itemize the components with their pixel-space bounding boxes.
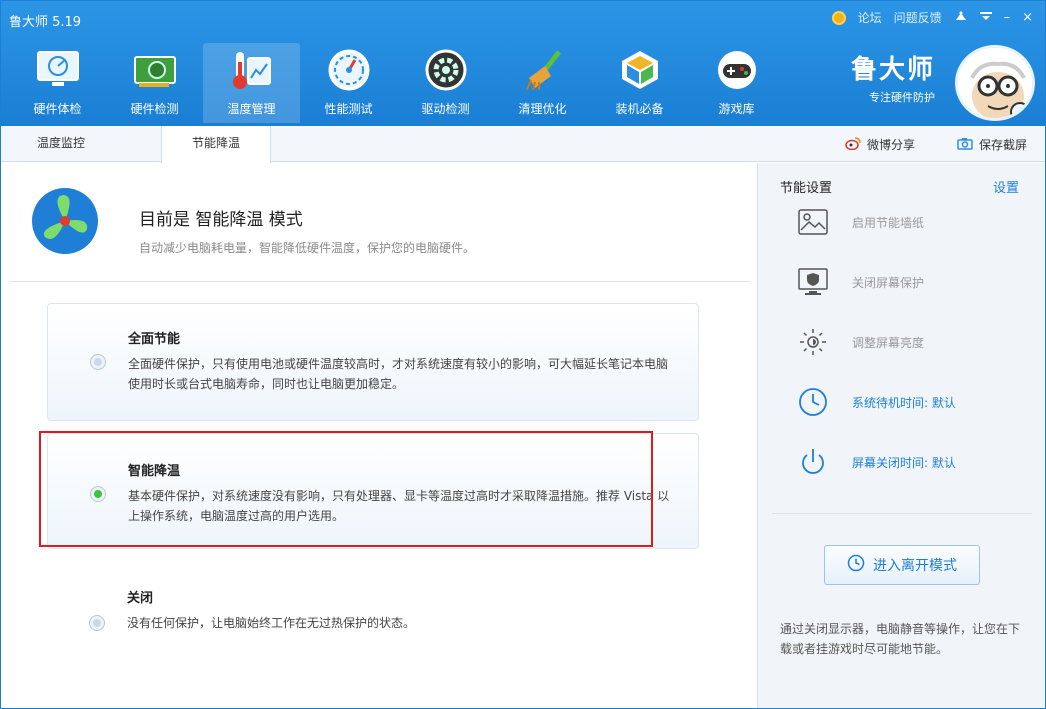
save-screenshot-button[interactable]: 保存截屏 — [957, 136, 1027, 153]
energy-item-label: 系统待机时间: 默认 — [852, 395, 956, 410]
skin-icon[interactable] — [954, 10, 968, 26]
nav-driver[interactable]: 驱动检测 — [397, 43, 494, 123]
energy-settings-title: 节能设置 — [780, 181, 833, 196]
energy-item-screen-off-time[interactable]: 屏幕关闭时间: 默认 — [796, 445, 956, 479]
brand-slogan: 专注硬件防护 — [869, 91, 935, 104]
main-nav: 硬件体检 硬件检测 温度管理 性能测试 驱动检测 清理优化 装机必备 游戏库 — [9, 43, 785, 123]
nav-label: 温度管理 — [227, 102, 276, 116]
speedometer-icon — [325, 46, 373, 94]
radio-off[interactable] — [89, 615, 105, 631]
nav-performance[interactable]: 性能测试 — [300, 43, 397, 123]
menu-icon[interactable] — [979, 10, 992, 25]
energy-item-label: 启用节能墙纸 — [852, 215, 925, 230]
nav-label: 装机必备 — [615, 102, 664, 116]
gamepad-icon — [713, 46, 761, 94]
nav-label: 硬件体检 — [33, 102, 82, 116]
current-mode-description: 自动减少电脑耗电量，智能降低硬件温度，保护您的电脑硬件。 — [139, 241, 476, 255]
nav-temperature[interactable]: 温度管理 — [203, 43, 300, 123]
divider — [9, 281, 751, 282]
header: 鲁大师 5.19 论坛 问题反馈 – × 硬件体检 硬件检测 温度管理 性能测试… — [1, 1, 1045, 126]
weibo-icon — [845, 136, 861, 153]
gear-icon — [422, 46, 470, 94]
enter-away-mode-button[interactable]: 进入离开模式 — [824, 545, 980, 585]
fan-icon — [31, 187, 99, 255]
thermometer-icon — [228, 46, 276, 94]
energy-item-label: 关闭屏幕保护 — [852, 275, 925, 290]
close-button[interactable]: × — [1022, 10, 1033, 25]
sub-tabs: 温度监控 节能降温 微博分享 保存截屏 — [1, 126, 1045, 163]
brand: 鲁大师 专注硬件防护 — [851, 49, 935, 105]
mascot-avatar[interactable] — [955, 45, 1035, 121]
power-icon — [796, 445, 830, 479]
forum-link[interactable]: 论坛 — [858, 9, 882, 26]
nav-label: 性能测试 — [324, 102, 373, 116]
energy-item-label: 调整屏幕亮度 — [852, 335, 925, 350]
brand-name: 鲁大师 — [850, 55, 935, 85]
nav-label: 游戏库 — [718, 102, 755, 116]
screensaver-icon — [796, 265, 830, 299]
nav-cleanup[interactable]: 清理优化 — [494, 43, 591, 123]
main-panel: 目前是 智能降温 模式 自动减少电脑耗电量，智能降低硬件温度，保护您的电脑硬件。… — [1, 163, 757, 708]
minimize-button[interactable]: – — [1004, 10, 1011, 25]
away-mode-label: 进入离开模式 — [873, 558, 957, 574]
nav-label: 硬件检测 — [130, 102, 179, 116]
away-mode-description: 通过关闭显示器，电脑静音等操作，让您在下载或者挂游戏时尽可能地节能。 — [780, 622, 1021, 656]
nav-label: 驱动检测 — [421, 102, 470, 116]
energy-item-screensaver[interactable]: 关闭屏幕保护 — [796, 265, 924, 299]
nav-label: 清理优化 — [518, 102, 567, 116]
nav-install-essentials[interactable]: 装机必备 — [591, 43, 688, 123]
brightness-icon — [796, 325, 830, 359]
screenshot-label: 保存截屏 — [978, 138, 1027, 152]
tab-energy-saving[interactable]: 节能降温 — [161, 126, 271, 163]
wallpaper-icon — [796, 205, 830, 239]
nav-hardware-check[interactable]: 硬件体检 — [9, 43, 106, 123]
option-description: 没有任何保护，让电脑始终工作在无过热保护的状态。 — [127, 616, 416, 630]
divider — [772, 513, 1032, 514]
energy-item-label: 屏幕关闭时间: 默认 — [852, 455, 956, 470]
tab-temperature-monitor[interactable]: 温度监控 — [1, 126, 121, 162]
app-window: 鲁大师 5.19 论坛 问题反馈 – × 硬件体检 硬件检测 温度管理 性能测试… — [0, 0, 1046, 709]
option-description: 全面硬件保护，只有使用电池或硬件温度较高时，才对系统速度有较小的影响，可大幅延长… — [128, 357, 669, 391]
feedback-link[interactable]: 问题反馈 — [894, 9, 942, 26]
option-smart-cooling[interactable]: 智能降温 基本硬件保护，对系统速度没有影响，只有处理器、显卡等温度过高时才采取降… — [47, 433, 699, 549]
nav-game-library[interactable]: 游戏库 — [688, 43, 785, 123]
camera-icon — [957, 137, 973, 153]
energy-settings-panel: 节能设置 设置 启用节能墙纸 关闭屏幕保护 调整屏幕亮度 系统待机时间: 默认 — [757, 163, 1045, 708]
settings-link[interactable]: 设置 — [993, 177, 1019, 196]
option-title: 全面节能 — [128, 332, 181, 347]
radio-full-energy-saving[interactable] — [90, 354, 106, 370]
current-mode-title: 目前是 智能降温 模式 — [139, 210, 303, 230]
weibo-share-button[interactable]: 微博分享 — [845, 136, 915, 153]
nav-hardware-detect[interactable]: 硬件检测 — [106, 43, 203, 123]
option-off[interactable]: 关闭 没有任何保护，让电脑始终工作在无过热保护的状态。 — [47, 571, 699, 661]
option-title: 智能降温 — [128, 464, 181, 479]
monitor-scan-icon — [34, 46, 82, 94]
top-right-bar: 论坛 问题反馈 – × — [831, 9, 1033, 26]
option-full-energy-saving[interactable]: 全面节能 全面硬件保护，只有使用电池或硬件温度较高时，才对系统速度有较小的影响，… — [47, 303, 699, 421]
radio-smart-cooling[interactable] — [90, 486, 106, 502]
graphics-card-icon — [131, 46, 179, 94]
option-title: 关闭 — [127, 591, 154, 606]
broom-icon — [519, 46, 567, 94]
option-description: 基本硬件保护，对系统速度没有影响，只有处理器、显卡等温度过高时才采取降温措施。推… — [128, 489, 670, 523]
clock-icon — [847, 554, 865, 576]
energy-item-wallpaper[interactable]: 启用节能墙纸 — [796, 205, 924, 239]
medal-icon[interactable] — [831, 10, 846, 25]
app-title: 鲁大师 5.19 — [9, 15, 82, 30]
cube-icon — [616, 46, 664, 94]
share-label: 微博分享 — [866, 138, 915, 152]
clock-icon — [796, 385, 830, 419]
energy-item-brightness[interactable]: 调整屏幕亮度 — [796, 325, 924, 359]
energy-item-standby-time[interactable]: 系统待机时间: 默认 — [796, 385, 956, 419]
